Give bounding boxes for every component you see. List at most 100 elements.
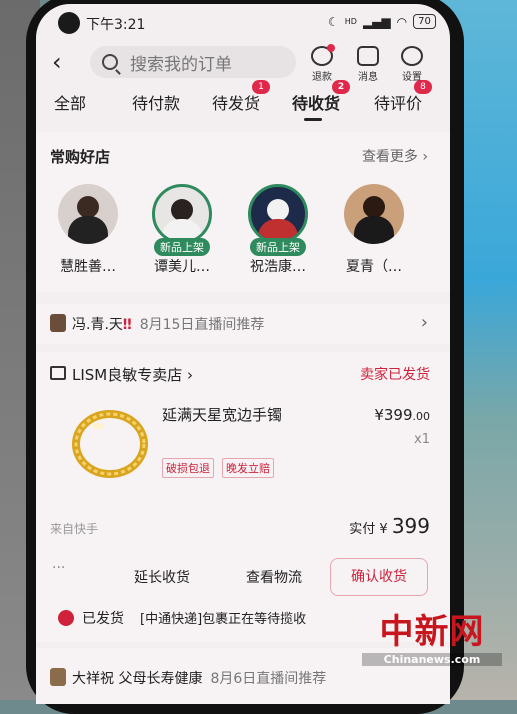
tab-pending-review[interactable]: 待评价 8 — [374, 80, 433, 114]
shop-name: 慧胜善… — [60, 259, 116, 275]
avatar-body — [68, 216, 108, 244]
shop-item[interactable]: 夏青（… — [334, 184, 414, 276]
tab-label: 待收货 — [292, 94, 341, 113]
message-button[interactable]: 消息 — [350, 46, 386, 83]
shipped-icon — [58, 610, 74, 626]
live-avatar-icon — [50, 668, 66, 686]
chevron-right-icon: › — [420, 312, 428, 333]
tab-label: 待付款 — [132, 94, 181, 113]
streamer-name: 冯.青.天 — [72, 317, 123, 333]
extend-receipt-button[interactable]: 延长收货 — [122, 560, 202, 596]
shop-item[interactable]: 新品上架 祝浩康… — [238, 184, 318, 276]
product-price: ¥399.00 — [374, 406, 430, 424]
settings-icon — [401, 46, 423, 66]
product-name[interactable]: 延满天星宽边手镯 — [162, 404, 282, 425]
search-input[interactable]: 搜索我的订单 — [90, 46, 296, 78]
avatar-head — [77, 196, 99, 218]
tab-pending-shipment[interactable]: 待发货 1 — [212, 80, 271, 114]
bangle-product-image[interactable] — [70, 404, 150, 484]
confirm-receipt-button[interactable]: 确认收货 — [330, 558, 428, 596]
refund-label: 退款 — [312, 72, 332, 83]
tab-pending-receipt[interactable]: 待收货 2 — [292, 80, 351, 114]
phone-screen: 下午3:21 ☾ HD ▂▄▆ ◠ 70 ‹ 搜索我的订单 退款 消息 设置 全… — [36, 4, 450, 704]
settings-button[interactable]: 设置 — [394, 46, 430, 83]
view-more-label: 查看更多 — [361, 149, 418, 165]
avatar — [344, 184, 404, 244]
order-status: 卖家已发货 — [360, 367, 430, 383]
order-tabs: 全部 待付款 待发货 1 待收货 2 待评价 8 — [36, 80, 450, 124]
top-bar: ‹ 搜索我的订单 退款 消息 设置 — [36, 42, 450, 83]
signal-icon: ▂▄▆ — [362, 14, 391, 29]
late-shipping-tag: 晚发立赔 — [222, 458, 274, 478]
tab-label: 待发货 — [212, 94, 261, 113]
view-logistics-button[interactable]: 查看物流 — [234, 560, 314, 596]
return-guarantee-tag: 破损包退 — [162, 458, 214, 478]
status-icons: ☾ HD ▂▄▆ ◠ 70 — [328, 14, 436, 29]
refund-button[interactable]: 退款 — [304, 44, 340, 83]
shop-item[interactable]: 新品上架 谭美儿… — [142, 184, 222, 276]
streamer-name: 大祥祝 — [72, 671, 114, 687]
refund-icon — [311, 44, 335, 66]
avatar-head — [363, 196, 385, 218]
tab-all[interactable]: 全部 — [54, 90, 86, 114]
live-recommend-row[interactable]: 冯.青.天‼ 8月15日直播间推荐 › — [36, 304, 450, 344]
search-placeholder: 搜索我的订单 — [130, 54, 232, 75]
tab-pending-payment[interactable]: 待付款 — [132, 90, 180, 114]
store-name-label: LISM良敏专卖店 — [72, 366, 183, 384]
exclamation-marks: ‼ — [122, 317, 132, 333]
watermark-cn: 中新网 — [379, 612, 485, 652]
battery-icon: 70 — [413, 14, 436, 29]
paid-label: 实付 ¥ — [349, 522, 388, 537]
favorite-shops-card: 常购好店 查看更多 › 慧胜善… 新品上架 谭美儿… 新品上架 祝浩康… 夏青（… — [36, 132, 450, 292]
shipping-text: [中通快递]包裹正在等待揽收 — [140, 612, 307, 627]
dnd-icon: ☾ — [328, 14, 339, 29]
camera-hole — [58, 12, 80, 34]
product-quantity: x1 — [414, 432, 430, 447]
message-label: 消息 — [358, 72, 378, 83]
view-more-link[interactable]: 查看更多 › — [362, 146, 428, 166]
avatar — [248, 184, 308, 244]
avatar — [152, 184, 212, 244]
live-avatar-icon — [50, 314, 66, 332]
status-bar: 下午3:21 ☾ HD ▂▄▆ ◠ 70 — [36, 4, 450, 36]
shipping-label: 已发货 — [82, 611, 124, 627]
live-recommend-text: 大祥祝 父母长寿健康 8月6日直播间推荐 — [72, 668, 326, 688]
new-arrival-tag: 新品上架 — [250, 238, 306, 256]
tab-active-indicator — [304, 118, 322, 121]
chinanews-watermark: 中新网 Chinanews.com — [362, 604, 502, 666]
tab-badge: 8 — [414, 80, 433, 94]
paid-value: 399 — [391, 514, 430, 538]
avatar-body — [354, 216, 394, 244]
tab-badge: 1 — [252, 80, 271, 94]
shop-name: 夏青（… — [346, 259, 402, 275]
streamer-slogan: 父母长寿健康 — [118, 671, 203, 687]
live-recommend-text: 冯.青.天‼ 8月15日直播间推荐 — [72, 314, 264, 334]
back-icon[interactable]: ‹ — [52, 48, 62, 76]
tab-label: 待评价 — [374, 94, 423, 113]
order-source: 来自快手 — [50, 522, 99, 536]
shop-item[interactable]: 慧胜善… — [48, 184, 128, 276]
watermark-en: Chinanews.com — [362, 653, 502, 666]
shop-name: 谭美儿… — [154, 259, 210, 275]
avatar-head — [267, 199, 289, 221]
paid-amount: 实付 ¥ 399 — [349, 514, 430, 538]
section-title: 常购好店 — [50, 148, 111, 166]
live-recommend-note: 8月15日直播间推荐 — [139, 317, 265, 333]
network-label: HD — [344, 17, 357, 26]
store-icon — [50, 366, 66, 380]
status-time: 下午3:21 — [86, 17, 146, 33]
live-recommend-note: 8月6日直播间推荐 — [210, 671, 327, 687]
more-options-icon[interactable]: ··· — [52, 560, 65, 576]
avatar — [58, 184, 118, 244]
price-main: ¥399 — [374, 406, 413, 424]
shop-name: 祝浩康… — [250, 259, 306, 275]
store-name[interactable]: LISM良敏专卖店 › — [72, 364, 193, 385]
refund-dot — [327, 44, 335, 52]
search-icon — [102, 54, 118, 70]
price-cents: .00 — [412, 410, 431, 423]
message-icon — [357, 46, 379, 66]
wifi-icon: ◠ — [396, 14, 408, 29]
new-arrival-tag: 新品上架 — [154, 238, 210, 256]
avatar-head — [171, 199, 193, 221]
tab-badge: 2 — [332, 80, 351, 94]
